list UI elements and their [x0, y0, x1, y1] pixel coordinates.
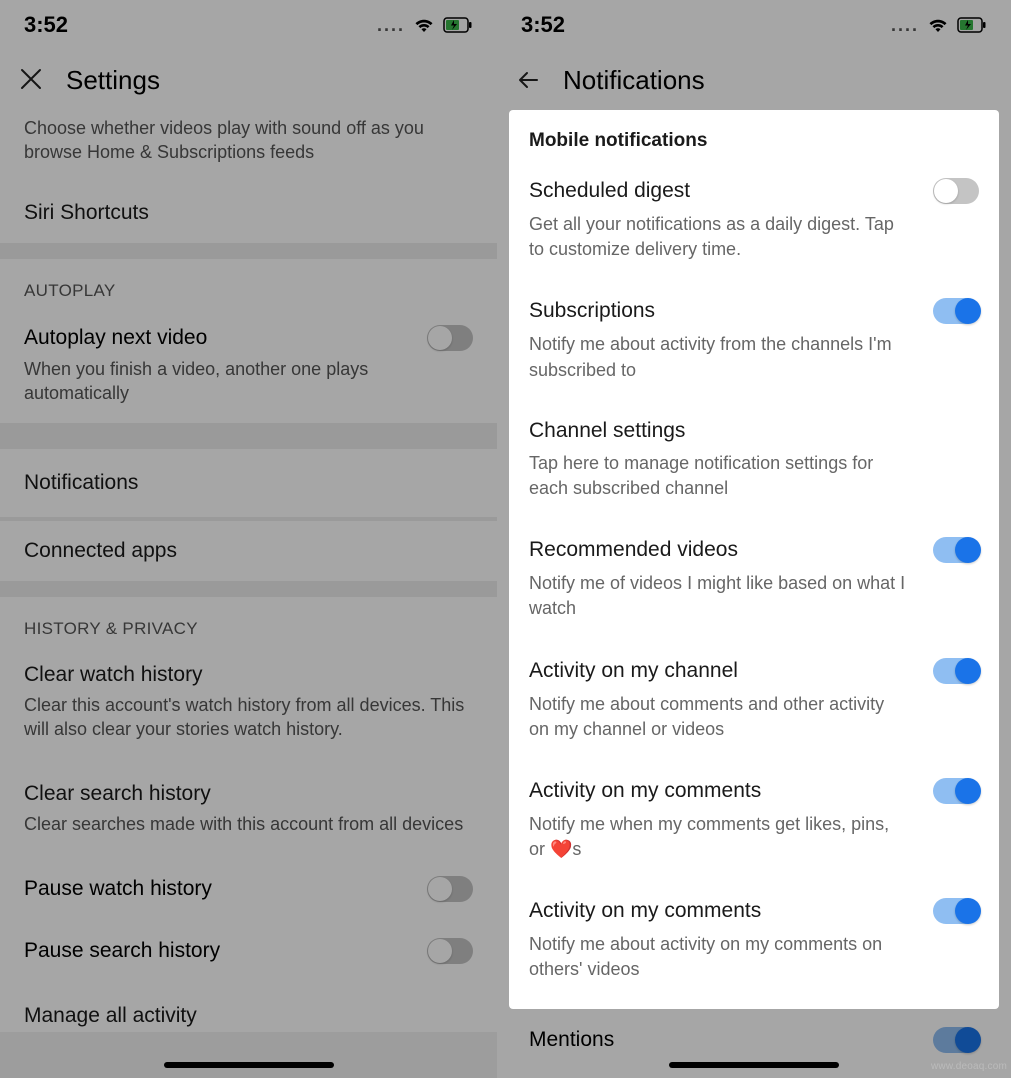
muted-playback-desc: Choose whether videos play with sound of… [0, 110, 497, 183]
right-content: Mobile notifications Scheduled digest Ge… [497, 110, 1011, 1078]
channel-settings-label: Channel settings [529, 419, 685, 443]
watermark: www.deoaq.com [931, 1061, 1007, 1072]
status-bar: 3:52 .... [0, 0, 497, 50]
activity-comments-likes-desc: Notify me when my comments get likes, pi… [529, 804, 909, 876]
gap [0, 581, 497, 597]
wifi-icon [413, 16, 435, 34]
subscriptions-desc: Notify me about activity from the channe… [529, 324, 909, 396]
siri-shortcuts-label: Siri Shortcuts [24, 201, 149, 224]
scheduled-digest-label: Scheduled digest [529, 179, 690, 203]
pause-search-label: Pause search history [24, 939, 220, 963]
clear-search-desc: Clear searches made with this account fr… [0, 810, 497, 854]
clear-search-label: Clear search history [24, 782, 211, 805]
autoplay-desc: When you finish a video, another one pla… [0, 355, 497, 424]
scheduled-digest-item[interactable]: Scheduled digest Get all your notificati… [509, 160, 999, 280]
phone-right: 3:52 .... Notifications Mobile notificat… [497, 0, 1011, 1078]
connected-apps-row[interactable]: Connected apps [0, 521, 497, 581]
back-arrow-icon[interactable] [515, 66, 543, 94]
left-content: Choose whether videos play with sound of… [0, 110, 497, 1078]
activity-comments-others-label: Activity on my comments [529, 899, 761, 923]
clear-watch-label: Clear watch history [24, 663, 203, 686]
activity-comments-likes-label: Activity on my comments [529, 779, 761, 803]
battery-charging-icon [443, 17, 473, 33]
subscriptions-label: Subscriptions [529, 299, 655, 323]
header-left: Settings [0, 50, 497, 110]
mentions-label: Mentions [529, 1028, 614, 1052]
signal-dots-icon: .... [377, 15, 405, 36]
channel-settings-item[interactable]: Channel settings Tap here to manage noti… [509, 401, 999, 519]
page-title: Settings [66, 65, 160, 96]
activity-comments-others-item[interactable]: Activity on my comments Notify me about … [509, 880, 999, 1000]
connected-apps-label: Connected apps [24, 539, 177, 562]
autoplay-label: Autoplay next video [24, 326, 207, 350]
activity-channel-item[interactable]: Activity on my channel Notify me about c… [509, 640, 999, 760]
manage-all-activity-row[interactable]: Manage all activity [0, 982, 497, 1032]
autoplay-row[interactable]: Autoplay next video [0, 309, 497, 355]
pause-search-toggle[interactable] [427, 938, 473, 964]
pause-watch-toggle[interactable] [427, 876, 473, 902]
mentions-item[interactable]: Mentions [497, 1009, 1011, 1057]
status-right: .... [891, 15, 987, 36]
wifi-icon [927, 16, 949, 34]
autoplay-toggle[interactable] [427, 325, 473, 351]
page-title: Notifications [563, 65, 705, 96]
recommended-videos-desc: Notify me of videos I might like based o… [529, 563, 909, 635]
activity-comments-likes-item[interactable]: Activity on my comments Notify me when m… [509, 760, 999, 880]
scheduled-digest-desc: Get all your notifications as a daily di… [529, 204, 909, 276]
subscriptions-toggle[interactable] [933, 298, 979, 324]
close-icon[interactable] [18, 66, 46, 94]
manage-all-label: Manage all activity [24, 1004, 197, 1027]
status-right: .... [377, 15, 473, 36]
mentions-toggle[interactable] [933, 1027, 979, 1053]
clear-watch-history-row[interactable]: Clear watch history [0, 647, 497, 691]
pause-watch-row[interactable]: Pause watch history [0, 854, 497, 920]
status-bar: 3:52 .... [497, 0, 1011, 50]
pause-search-row[interactable]: Pause search history [0, 920, 497, 982]
home-indicator [164, 1062, 334, 1068]
activity-comments-likes-toggle[interactable] [933, 778, 979, 804]
signal-dots-icon: .... [891, 15, 919, 36]
gap [0, 423, 497, 449]
header-right: Notifications [497, 50, 1011, 110]
notifications-row[interactable]: Notifications [0, 449, 497, 517]
subscriptions-item[interactable]: Subscriptions Notify me about activity f… [509, 280, 999, 400]
activity-comments-others-desc: Notify me about activity on my comments … [529, 924, 909, 996]
recommended-videos-label: Recommended videos [529, 538, 738, 562]
gap [0, 243, 497, 259]
notifications-label: Notifications [24, 471, 138, 494]
history-section-header: HISTORY & PRIVACY [0, 597, 497, 647]
recommended-videos-toggle[interactable] [933, 537, 979, 563]
recommended-videos-item[interactable]: Recommended videos Notify me of videos I… [509, 519, 999, 639]
activity-channel-toggle[interactable] [933, 658, 979, 684]
clear-search-history-row[interactable]: Clear search history [0, 760, 497, 810]
phone-left: 3:52 .... Settings Choose whether videos… [0, 0, 497, 1078]
battery-charging-icon [957, 17, 987, 33]
notifications-card: Mobile notifications Scheduled digest Ge… [509, 110, 999, 1009]
scheduled-digest-toggle[interactable] [933, 178, 979, 204]
activity-channel-desc: Notify me about comments and other activ… [529, 684, 909, 756]
clear-watch-desc: Clear this account's watch history from … [0, 691, 497, 760]
siri-shortcuts-row[interactable]: Siri Shortcuts [0, 183, 497, 243]
status-time: 3:52 [24, 12, 68, 38]
channel-settings-desc: Tap here to manage notification settings… [529, 443, 909, 515]
autoplay-section-header: AUTOPLAY [0, 259, 497, 309]
activity-channel-label: Activity on my channel [529, 659, 738, 683]
home-indicator [669, 1062, 839, 1068]
activity-comments-others-toggle[interactable] [933, 898, 979, 924]
status-time: 3:52 [521, 12, 565, 38]
mobile-notifications-title: Mobile notifications [509, 110, 999, 160]
pause-watch-label: Pause watch history [24, 877, 212, 901]
